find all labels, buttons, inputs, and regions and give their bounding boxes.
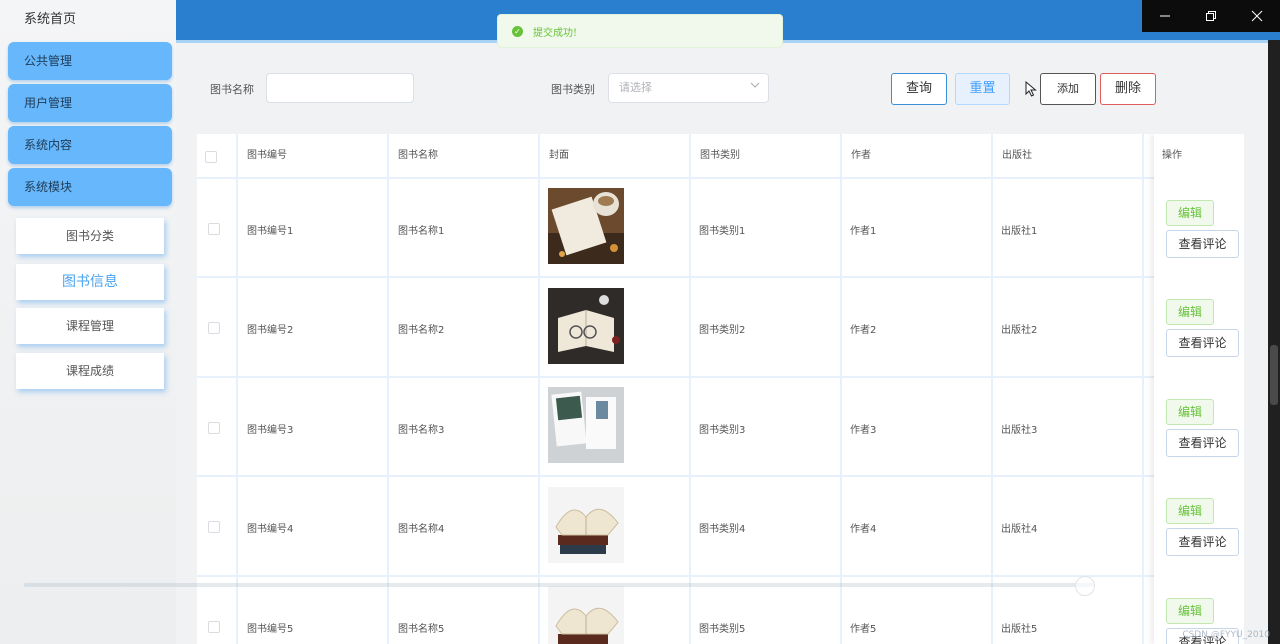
column-divider (689, 134, 691, 644)
check-circle-icon: ✓ (512, 25, 523, 37)
sidebar-menu-users[interactable]: 用户管理 (8, 84, 172, 122)
book-name-label: 图书名称 (210, 83, 254, 96)
book-category: 图书类别5 (699, 624, 746, 635)
column-divider (1142, 134, 1144, 644)
book-id: 图书编号1 (247, 226, 294, 237)
vertical-scrollbar[interactable] (1268, 40, 1280, 644)
book-id: 图书编号3 (247, 425, 294, 436)
close-icon[interactable] (1234, 0, 1280, 32)
edit-button[interactable]: 编辑 (1166, 200, 1214, 226)
success-toast: ✓ 提交成功! (497, 14, 783, 48)
row-checkbox[interactable] (208, 422, 220, 434)
toast-message: 提交成功! (533, 27, 578, 39)
row-divider (197, 376, 1244, 378)
book-cover-image (548, 188, 624, 264)
sidebar-home[interactable]: 系统首页 (0, 0, 176, 40)
row-divider (197, 276, 1244, 278)
book-id: 图书编号5 (247, 624, 294, 635)
book-author: 作者1 (850, 226, 877, 237)
column-header-cover: 封面 (549, 150, 569, 161)
book-cover-image (548, 487, 624, 563)
column-header-id[interactable]: 图书编号 (238, 134, 388, 178)
category-placeholder: 请选择 (619, 81, 652, 94)
view-reviews-button[interactable]: 查看评论 (1166, 230, 1239, 258)
add-button[interactable]: 添加 (1040, 73, 1096, 105)
sidebar: 系统首页 公共管理 用户管理 系统内容 系统模块 图书分类 图书信息 课程管理 … (0, 0, 176, 644)
operations-column: 操作 编辑 查看评论 编辑 查看评论 编辑 查看评论 编辑 查看评论 编辑 查看… (1154, 134, 1244, 644)
book-id: 图书编号4 (247, 524, 294, 535)
book-id: 图书编号2 (247, 325, 294, 336)
window-controls (1142, 0, 1280, 32)
sidebar-item-course-manage[interactable]: 课程管理 (16, 308, 164, 344)
restore-icon[interactable] (1188, 0, 1234, 32)
book-cover-image (548, 288, 624, 364)
edit-button[interactable]: 编辑 (1166, 498, 1214, 524)
sidebar-menu-content[interactable]: 系统内容 (8, 126, 172, 164)
book-cover-image (548, 387, 624, 463)
minimize-icon[interactable] (1142, 0, 1188, 32)
book-author: 作者2 (850, 325, 877, 336)
horizontal-scrollbar[interactable] (24, 583, 1094, 587)
horizontal-scroll-handle[interactable] (1075, 576, 1095, 596)
reset-button[interactable]: 重置 (955, 73, 1010, 105)
column-divider (236, 134, 238, 644)
column-divider (991, 134, 993, 644)
row-checkbox[interactable] (208, 322, 220, 334)
column-header-name[interactable]: 图书名称 (389, 134, 539, 178)
book-category: 图书类别4 (699, 524, 746, 535)
view-reviews-button[interactable]: 查看评论 (1166, 429, 1239, 457)
column-divider (840, 134, 842, 644)
sidebar-item-book-category[interactable]: 图书分类 (16, 218, 164, 254)
column-divider (538, 134, 540, 644)
book-category: 图书类别2 (699, 325, 746, 336)
book-category: 图书类别1 (699, 226, 746, 237)
book-name: 图书名称2 (398, 325, 445, 336)
mouse-cursor-icon (1025, 80, 1037, 100)
book-cover-image (548, 586, 624, 644)
sidebar-item-course-score[interactable]: 课程成绩 (16, 353, 164, 389)
edit-button[interactable]: 编辑 (1166, 399, 1214, 425)
view-reviews-button[interactable]: 查看评论 (1166, 528, 1239, 556)
select-all-checkbox[interactable] (205, 151, 217, 163)
book-category-label: 图书类别 (551, 83, 595, 96)
row-checkbox[interactable] (208, 521, 220, 533)
watermark: CSDN @FYYU_2010 (1182, 630, 1270, 640)
sidebar-item-book-info[interactable]: 图书信息 (16, 264, 164, 300)
book-name: 图书名称5 (398, 624, 445, 635)
edit-button[interactable]: 编辑 (1166, 598, 1214, 624)
vertical-scroll-thumb[interactable] (1270, 345, 1278, 405)
book-publisher: 出版社2 (1001, 325, 1038, 336)
row-checkbox[interactable] (208, 621, 220, 633)
book-author: 作者3 (850, 425, 877, 436)
book-table: 图书编号 图书名称 封面 图书类别 作者 出版社 图书编号1 图书名称1 图书类… (197, 134, 1244, 644)
book-publisher: 出版社4 (1001, 524, 1038, 535)
book-publisher: 出版社1 (1001, 226, 1038, 237)
sidebar-menu-modules[interactable]: 系统模块 (8, 168, 172, 206)
chevron-down-icon (750, 74, 760, 102)
column-header-category[interactable]: 图书类别 (691, 134, 841, 178)
book-author: 作者4 (850, 524, 877, 535)
query-button[interactable]: 查询 (891, 73, 947, 105)
book-category-select[interactable]: 请选择 (608, 73, 769, 103)
edit-button[interactable]: 编辑 (1166, 299, 1214, 325)
book-name: 图书名称4 (398, 524, 445, 535)
column-header-author[interactable]: 作者 (842, 134, 992, 178)
delete-button[interactable]: 删除 (1100, 73, 1156, 105)
book-publisher: 出版社3 (1001, 425, 1038, 436)
book-author: 作者5 (850, 624, 877, 635)
book-name-input[interactable] (266, 73, 414, 103)
book-name: 图书名称3 (398, 425, 445, 436)
book-name: 图书名称1 (398, 226, 445, 237)
book-category: 图书类别3 (699, 425, 746, 436)
row-divider (197, 475, 1244, 477)
column-divider (387, 134, 389, 644)
book-publisher: 出版社5 (1001, 624, 1038, 635)
sidebar-menu-public[interactable]: 公共管理 (8, 42, 172, 80)
view-reviews-button[interactable]: 查看评论 (1166, 329, 1239, 357)
column-header-actions: 操作 (1162, 150, 1182, 161)
row-checkbox[interactable] (208, 223, 220, 235)
column-header-publisher[interactable]: 出版社 (993, 134, 1143, 178)
